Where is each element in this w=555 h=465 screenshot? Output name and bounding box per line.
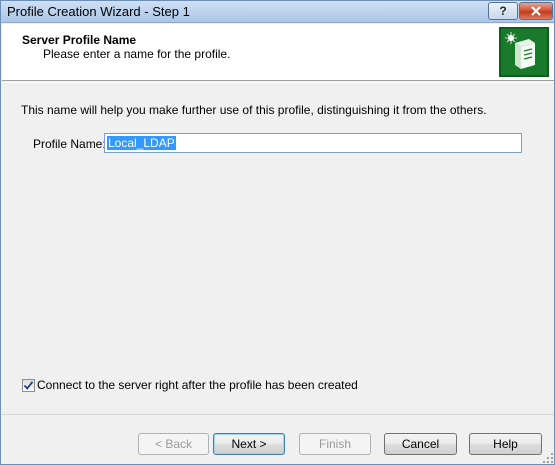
step-title: Server Profile Name [22, 33, 137, 47]
connect-checkbox-row[interactable]: Connect to the server right after the pr… [22, 378, 358, 392]
connect-checkbox[interactable] [22, 378, 35, 392]
back-button[interactable]: < Back [138, 433, 209, 455]
title-bar[interactable]: Profile Creation Wizard - Step 1 ? [1, 1, 554, 23]
footer-divider [2, 414, 554, 415]
help-title-button[interactable]: ? [488, 2, 518, 20]
wizard-window: Profile Creation Wizard - Step 1 ? Serve… [0, 0, 555, 465]
window-title: Profile Creation Wizard - Step 1 [7, 4, 190, 19]
description-text: This name will help you make further use… [21, 103, 487, 117]
step-subtitle: Please enter a name for the profile. [43, 47, 231, 61]
next-button[interactable]: Next > [213, 433, 285, 455]
profile-name-value: Local_LDAP [107, 136, 176, 150]
cancel-button[interactable]: Cancel [384, 433, 457, 455]
wizard-header: Server Profile Name Please enter a name … [2, 24, 554, 81]
connect-checkbox-label[interactable]: Connect to the server right after the pr… [37, 378, 358, 392]
profile-name-label: Profile Name: [33, 137, 106, 151]
server-tower-icon [499, 27, 549, 77]
profile-name-input[interactable]: Local_LDAP [104, 133, 522, 153]
resize-grip-icon[interactable] [542, 452, 554, 464]
header-separator [2, 82, 554, 83]
help-button[interactable]: Help [469, 433, 542, 455]
close-button[interactable] [519, 2, 553, 20]
finish-button[interactable]: Finish [299, 433, 371, 455]
close-icon [531, 6, 541, 16]
checkmark-icon [23, 380, 34, 390]
